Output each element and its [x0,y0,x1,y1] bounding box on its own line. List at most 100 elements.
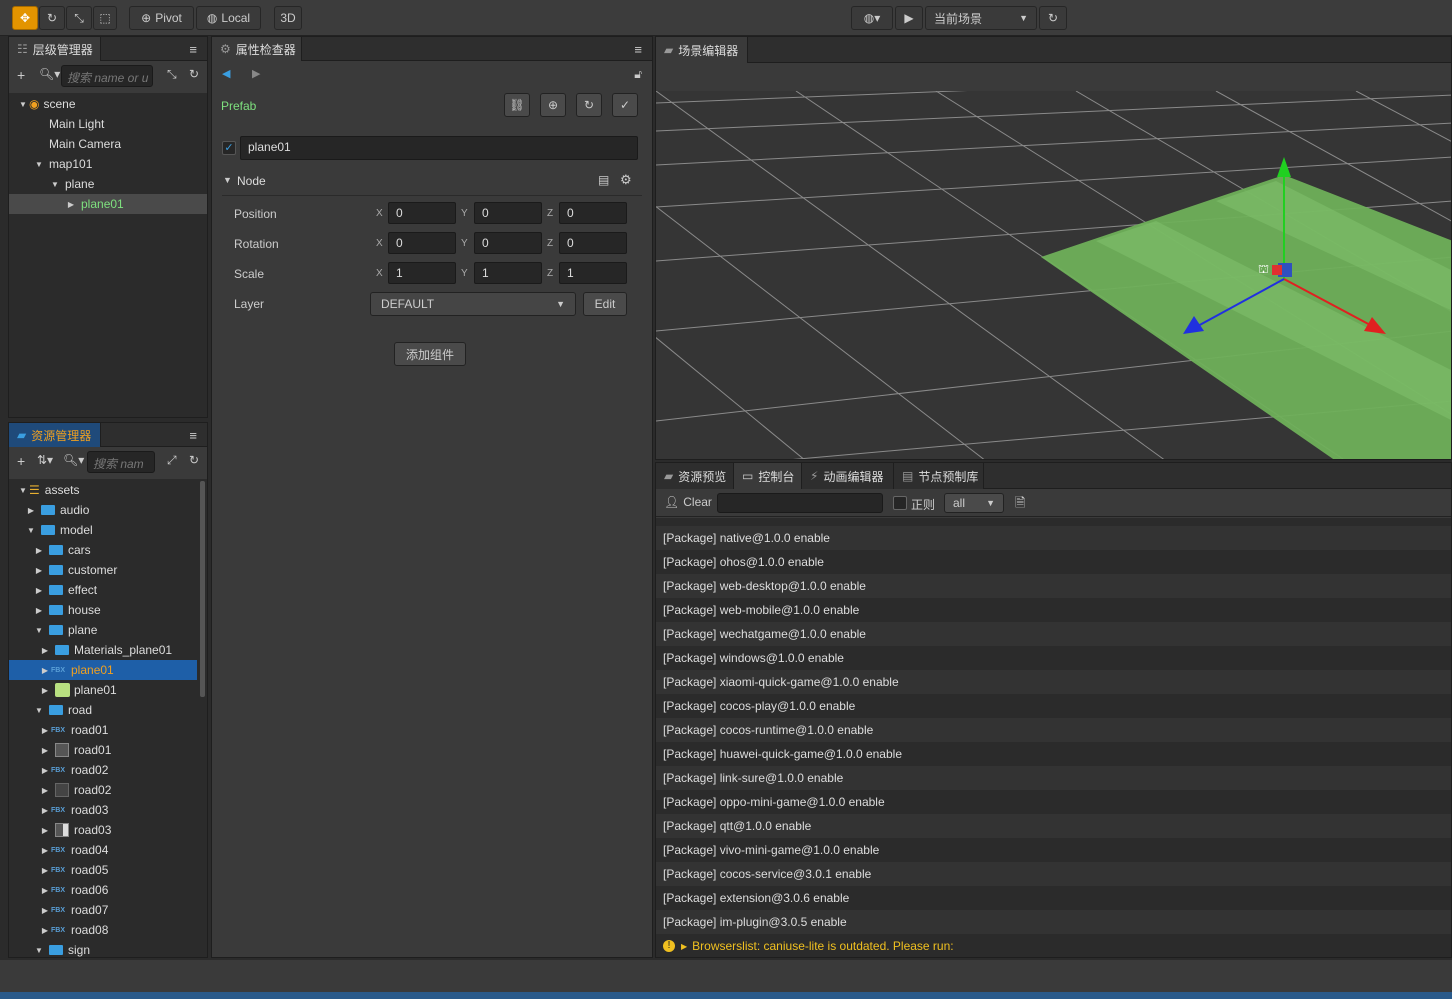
add-asset-icon[interactable]: + [17,453,25,469]
asset-item[interactable]: ▶ FBX road07 [9,900,207,920]
collapsed-arrow-icon[interactable]: ▶ [39,666,51,675]
collapsed-arrow-icon[interactable]: ▶ [33,546,45,555]
asset-item[interactable]: ▶ road01 [9,740,207,760]
move-tool-button[interactable]: ✥ [12,6,38,30]
log-level-select[interactable]: all ▼ [944,493,1004,513]
scene-viewport[interactable]: ⛫ [656,91,1452,460]
rotation-x-input[interactable]: 0 [388,232,456,254]
collapsed-arrow-icon[interactable]: ▶ [33,606,45,615]
asset-item[interactable]: ▶ FBX road05 [9,860,207,880]
tab-scene-editor[interactable]: ▰ 场景编辑器 [656,37,748,63]
asset-item[interactable]: ▶ FBX road08 [9,920,207,940]
position-x-input[interactable]: 0 [388,202,456,224]
asset-item[interactable]: ▶ FBX road03 [9,800,207,820]
asset-item[interactable]: ▶ road03 [9,820,207,840]
expand-arrow-icon[interactable]: ▶ [681,942,687,951]
collapsed-arrow-icon[interactable]: ▶ [39,726,51,735]
asset-item[interactable]: ▶ FBX road02 [9,760,207,780]
collapsed-arrow-icon[interactable]: ▶ [39,686,51,695]
assets-search-input[interactable]: 搜索 nam [87,451,155,473]
asset-item[interactable]: ▼ sign [9,940,207,957]
position-z-input[interactable]: 0 [559,202,627,224]
open-log-file-icon[interactable]: 🗎︎ [1015,494,1025,516]
asset-item[interactable]: ▶ Materials_plane01 [9,640,207,660]
gear-icon[interactable]: ⚙ [620,172,632,188]
collapsed-arrow-icon[interactable]: ▶ [39,886,51,895]
asset-item[interactable]: ▶ plane01 [9,680,207,700]
node-name-input[interactable]: plane01 [240,136,638,160]
layer-select[interactable]: DEFAULT ▼ [370,292,576,316]
refresh-icon[interactable]: ↻ [189,453,199,467]
collapsed-arrow-icon[interactable]: ▶ [25,506,37,515]
tree-node-plane[interactable]: ▼ plane [9,174,207,194]
node-active-checkbox[interactable]: ✓ [222,141,236,155]
asset-item[interactable]: ▼ plane [9,620,207,640]
collapsed-arrow-icon[interactable]: ▶ [65,200,77,209]
play-button[interactable]: ▶ [895,6,923,30]
scale-x-input[interactable]: 1 [388,262,456,284]
collapsed-arrow-icon[interactable]: ▶ [39,846,51,855]
refresh-icon[interactable]: ↻ [189,67,199,81]
search-icon[interactable]: 🔍︎▾ [39,67,60,81]
search-icon[interactable]: 🔍︎▾ [63,453,84,467]
tab-animation-editor[interactable]: ⚡︎ 动画编辑器 [802,463,894,489]
console-filter-input[interactable] [717,493,883,513]
collapsed-arrow-icon[interactable]: ▶ [39,766,51,775]
collapse-icon[interactable]: ⤡ [167,67,177,82]
expanded-arrow-icon[interactable]: ▼ [17,100,29,109]
tab-assets[interactable]: ▰ 资源管理器 [9,423,101,447]
sort-icon[interactable]: ⇅▾ [37,453,53,467]
asset-item[interactable]: ▶ road02 [9,780,207,800]
asset-item[interactable]: ▶ cars [9,540,207,560]
collapsed-arrow-icon[interactable]: ▶ [39,926,51,935]
expand-icon[interactable]: ⤢ [167,453,177,468]
asset-item[interactable]: ▶ house [9,600,207,620]
asset-item[interactable]: ▼ road [9,700,207,720]
expanded-arrow-icon[interactable]: ▼ [33,946,45,955]
rotation-y-input[interactable]: 0 [474,232,542,254]
refresh-button[interactable]: ↻ [1039,6,1067,30]
rotation-z-input[interactable]: 0 [559,232,627,254]
hamburger-icon[interactable]: ≡ [189,42,197,57]
tree-node-main-camera[interactable]: Main Camera [9,134,207,154]
expanded-arrow-icon[interactable]: ▼ [49,180,61,189]
asset-item[interactable]: ▶ FBX road04 [9,840,207,860]
local-button[interactable]: ◍ Local [196,6,261,30]
rotate-tool-button[interactable]: ↻ [39,6,65,30]
asset-item[interactable]: ▶ effect [9,580,207,600]
asset-item[interactable]: ▼ ☰ assets [9,480,207,500]
layer-edit-button[interactable]: Edit [583,292,627,316]
scale-y-input[interactable]: 1 [474,262,542,284]
add-node-icon[interactable]: + [17,67,25,83]
scale-z-input[interactable]: 1 [559,262,627,284]
expanded-arrow-icon[interactable]: ▼ [33,706,45,715]
tab-hierarchy[interactable]: ☷ 层级管理器 [9,37,101,61]
unlock-icon[interactable]: 🔓︎ [634,67,642,82]
locate-prefab-button[interactable]: ⊕ [540,93,566,117]
scene-select[interactable]: 当前场景 ▼ [925,6,1037,30]
regex-checkbox[interactable] [893,496,907,510]
tree-node-map101[interactable]: ▼ map101 [9,154,207,174]
expanded-arrow-icon[interactable]: ▼ [33,626,45,635]
tab-asset-preview[interactable]: ▰ 资源预览 [656,463,734,489]
collapsed-arrow-icon[interactable]: ▶ [33,586,45,595]
pivot-button[interactable]: ⊕ Pivot [129,6,194,30]
asset-item[interactable]: ▶ FBX road01 [9,720,207,740]
collapsed-arrow-icon[interactable]: ▶ [39,906,51,915]
asset-item[interactable]: ▼ model [9,520,207,540]
3d-toggle-button[interactable]: 3D [274,6,302,30]
asset-item[interactable]: ▶ audio [9,500,207,520]
platform-select[interactable]: ◍▾ [851,6,893,30]
clear-button[interactable]: 👤︎ Clear [664,495,712,509]
tab-prefab-library[interactable]: ▤ 节点预制库 [894,463,984,489]
tree-node-scene[interactable]: ▼ ◉ scene [9,94,207,114]
collapsed-arrow-icon[interactable]: ▶ [39,746,51,755]
revert-prefab-button[interactable]: ↻ [576,93,602,117]
section-arrow-icon[interactable]: ▼ [223,175,232,185]
unlink-prefab-button[interactable]: ⛓ [504,93,530,117]
forward-arrow-icon[interactable]: ▶ [252,67,260,80]
hamburger-icon[interactable]: ≡ [189,428,197,443]
collapsed-arrow-icon[interactable]: ▶ [39,786,51,795]
apply-prefab-button[interactable]: ✓ [612,93,638,117]
asset-item[interactable]: ▶ customer [9,560,207,580]
